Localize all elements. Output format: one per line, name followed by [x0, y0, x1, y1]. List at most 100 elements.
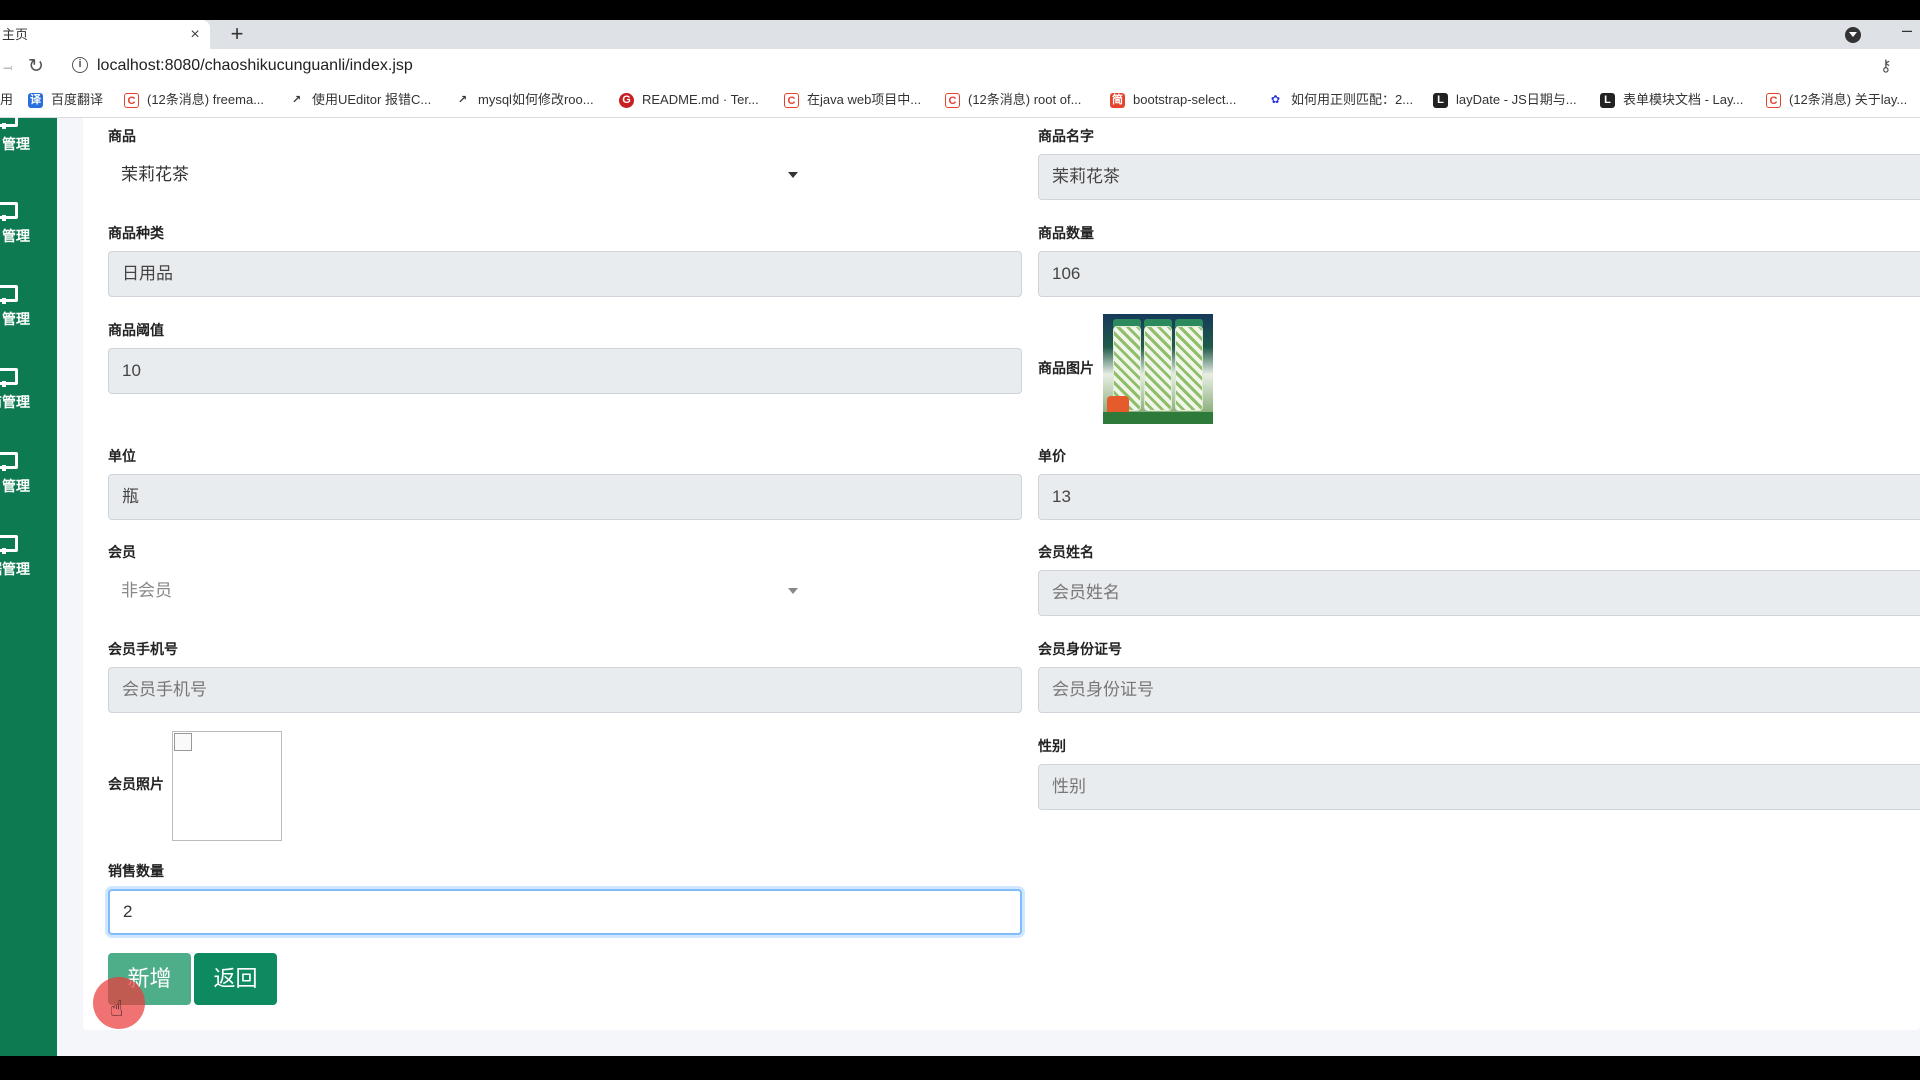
threshold-field[interactable]: 10 [108, 348, 1022, 394]
bookmark-label: 百度翻译 [51, 92, 104, 107]
member-name-label: 会员姓名 [1038, 544, 1094, 560]
csdn-icon: C [784, 92, 799, 108]
monitor-icon [0, 285, 18, 304]
bookmark-item[interactable]: ✿ 如何用正则匹配：2... [1268, 83, 1413, 117]
price-label: 单价 [1038, 448, 1066, 464]
bookmark-item[interactable]: L layDate - JS日期与... [1433, 83, 1577, 117]
hand-cursor-icon: ☝ [110, 996, 124, 1021]
bookmark-label: 在java web项目中... [807, 92, 922, 107]
bookmarks-bar: 用 译 百度翻译 C (12条消息) freema... ↗ 使用UEditor… [0, 83, 1920, 118]
tab-close-icon[interactable]: × [187, 20, 203, 49]
profile-menu-icon[interactable] [1845, 27, 1861, 43]
chevron-down-icon [788, 588, 798, 594]
bookmark-item[interactable]: G README.md · Ter... [619, 83, 759, 117]
member-id-field[interactable]: 会员身份证号 [1038, 667, 1920, 713]
member-label: 会员 [108, 544, 136, 560]
product-name-field[interactable]: 茉莉花茶 [1038, 154, 1920, 200]
gender-label: 性别 [1038, 738, 1066, 754]
bookmark-item[interactable]: ↗ 使用UEditor 报错C... [289, 83, 431, 117]
site-info-icon[interactable]: i [72, 57, 88, 73]
category-field[interactable]: 日用品 [108, 251, 1022, 297]
product-select-value: 茉莉花茶 [121, 165, 189, 184]
link-icon: ↗ [289, 92, 304, 108]
sidebar: 管理 管理 管理 商管理 管理 据管理 [0, 110, 57, 1056]
member-select-value: 非会员 [121, 581, 172, 600]
bookmark-item[interactable]: C (12条消息) 关于lay... [1766, 83, 1907, 117]
bookmark-label: 表单模块文档 - Lay... [1623, 92, 1744, 107]
browser-tab-strip: 主页 × + – [0, 20, 1920, 49]
gender-field[interactable]: 性别 [1038, 764, 1920, 810]
gitee-icon: G [619, 92, 634, 108]
forward-icon[interactable]: → [0, 55, 12, 76]
csdn-icon: C [124, 92, 139, 108]
sales-qty-input[interactable]: 2 [108, 889, 1022, 935]
bookmark-icon: 简 [1110, 92, 1125, 108]
window-minimize-icon[interactable]: – [1894, 20, 1920, 49]
bookmark-item[interactable]: L 表单模块文档 - Lay... [1600, 83, 1743, 117]
reload-icon[interactable]: ↻ [28, 55, 44, 78]
bookmark-item[interactable]: C 在java web项目中... [784, 83, 921, 117]
key-icon[interactable]: ⚷ [1880, 56, 1892, 76]
product-label: 商品 [108, 128, 136, 144]
sidebar-item[interactable]: 管理 [0, 285, 57, 345]
bookmark-item[interactable]: ↗ mysql如何修改roo... [455, 83, 594, 117]
sidebar-item-label: 商管理 [0, 394, 30, 410]
screen: 主页 × + – → ↻ i localhost:8080/chaoshikuc… [0, 0, 1920, 1080]
bookmark-label: mysql如何修改roo... [478, 92, 594, 107]
unit-field[interactable]: 瓶 [108, 474, 1022, 520]
layui-icon: L [1433, 92, 1448, 108]
sidebar-item-label: 据管理 [0, 561, 30, 577]
sidebar-item[interactable]: 据管理 [0, 535, 57, 595]
monitor-icon [0, 535, 18, 554]
sidebar-item-label: 管理 [2, 311, 30, 327]
member-photo-placeholder [172, 731, 282, 841]
address-bar[interactable]: localhost:8080/chaoshikucunguanli/index.… [97, 49, 413, 83]
sidebar-item[interactable]: 管理 [0, 452, 57, 512]
sidebar-item[interactable]: 管理 [0, 202, 57, 262]
bookmark-label: layDate - JS日期与... [1456, 92, 1577, 107]
bookmark-item[interactable]: 简 bootstrap-select... [1110, 83, 1236, 117]
threshold-label: 商品阈值 [108, 322, 164, 338]
product-image [1103, 314, 1213, 424]
bookmark-label: (12条消息) freema... [147, 92, 265, 107]
back-button[interactable]: 返回 [194, 953, 277, 1005]
new-tab-icon[interactable]: + [226, 20, 248, 49]
member-name-field[interactable]: 会员姓名 [1038, 570, 1920, 616]
member-select[interactable]: 非会员 [108, 570, 812, 611]
monitor-icon [0, 202, 18, 221]
product-image-label: 商品图片 [1038, 360, 1094, 376]
price-field[interactable]: 13 [1038, 474, 1920, 520]
sidebar-item-label: 管理 [2, 478, 30, 494]
bookmark-label: README.md · Ter... [642, 92, 759, 107]
product-name-label: 商品名字 [1038, 128, 1094, 144]
bookmark-item[interactable]: C (12条消息) root of... [945, 83, 1081, 117]
baidu-icon: ✿ [1268, 92, 1283, 108]
sidebar-item-label: 管理 [2, 136, 30, 152]
browser-tab[interactable]: 主页 × [0, 20, 210, 49]
sidebar-item[interactable]: 管理 [0, 110, 57, 170]
monitor-icon [0, 452, 18, 471]
chevron-down-icon [788, 172, 798, 178]
product-select[interactable]: 茉莉花茶 [108, 154, 812, 195]
bookmark-label: (12条消息) 关于lay... [1789, 92, 1908, 107]
quantity-field[interactable]: 106 [1038, 251, 1920, 297]
bookmark-label: (12条消息) root of... [968, 92, 1082, 107]
sale-form-card: 商品 茉莉花茶 商品名字 茉莉花茶 商品种类 日用品 商品数量 106 商品阈值… [83, 118, 1920, 1030]
baidu-translate-icon: 译 [28, 92, 43, 108]
bookmark-label: 使用UEditor 报错C... [312, 92, 432, 107]
layui-icon: L [1600, 92, 1615, 108]
monitor-icon [0, 368, 18, 387]
member-photo-label: 会员照片 [108, 776, 164, 792]
member-phone-field[interactable]: 会员手机号 [108, 667, 1022, 713]
csdn-icon: C [1766, 92, 1781, 108]
page-content: 管理 管理 管理 商管理 管理 据管理 [0, 110, 1920, 1056]
csdn-icon: C [945, 92, 960, 108]
category-label: 商品种类 [108, 225, 164, 241]
sidebar-item[interactable]: 商管理 [0, 368, 57, 428]
unit-label: 单位 [108, 448, 136, 464]
member-id-label: 会员身份证号 [1038, 641, 1122, 657]
quantity-label: 商品数量 [1038, 225, 1094, 241]
sidebar-item-label: 管理 [2, 228, 30, 244]
bookmark-item[interactable]: C (12条消息) freema... [124, 83, 264, 117]
tab-title: 主页 [2, 27, 29, 42]
